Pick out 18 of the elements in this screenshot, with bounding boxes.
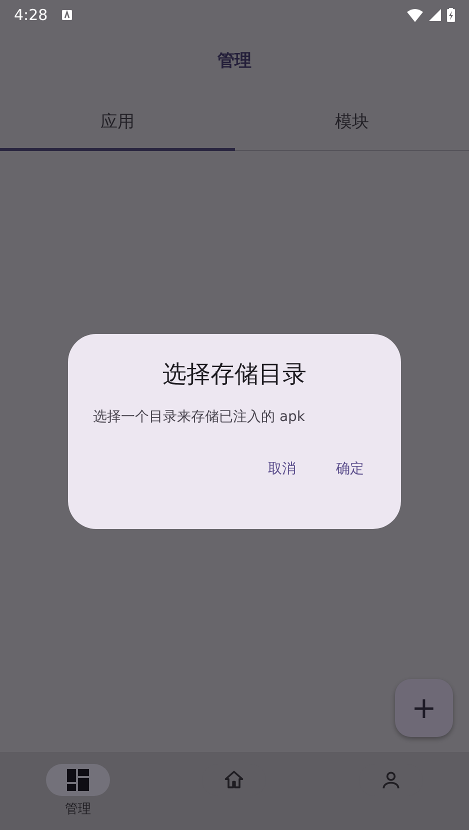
notification-icon [62, 10, 72, 20]
dialog-button[interactable]: 取消 [256, 450, 308, 488]
home-icon [223, 769, 246, 791]
tab[interactable]: 应用 [0, 94, 234, 151]
wifi-icon [407, 8, 423, 22]
battery-icon [447, 8, 455, 22]
nav-label: 管理 [65, 801, 92, 818]
dialog-title: 选择存储目录 [162, 359, 308, 390]
dashboard-icon [67, 769, 90, 791]
add-button[interactable]: + [395, 679, 453, 737]
dialog-message: 选择一个目录来存储已注入的 apk [93, 408, 306, 426]
nav-button[interactable] [46, 764, 110, 796]
app-title: 管理 [218, 50, 252, 72]
tab[interactable]: 模块 [234, 94, 469, 151]
signal-icon [429, 9, 441, 21]
status-time: 4:28 [14, 6, 48, 24]
person-icon [380, 769, 402, 791]
dialog-button[interactable]: 确定 [324, 450, 376, 488]
